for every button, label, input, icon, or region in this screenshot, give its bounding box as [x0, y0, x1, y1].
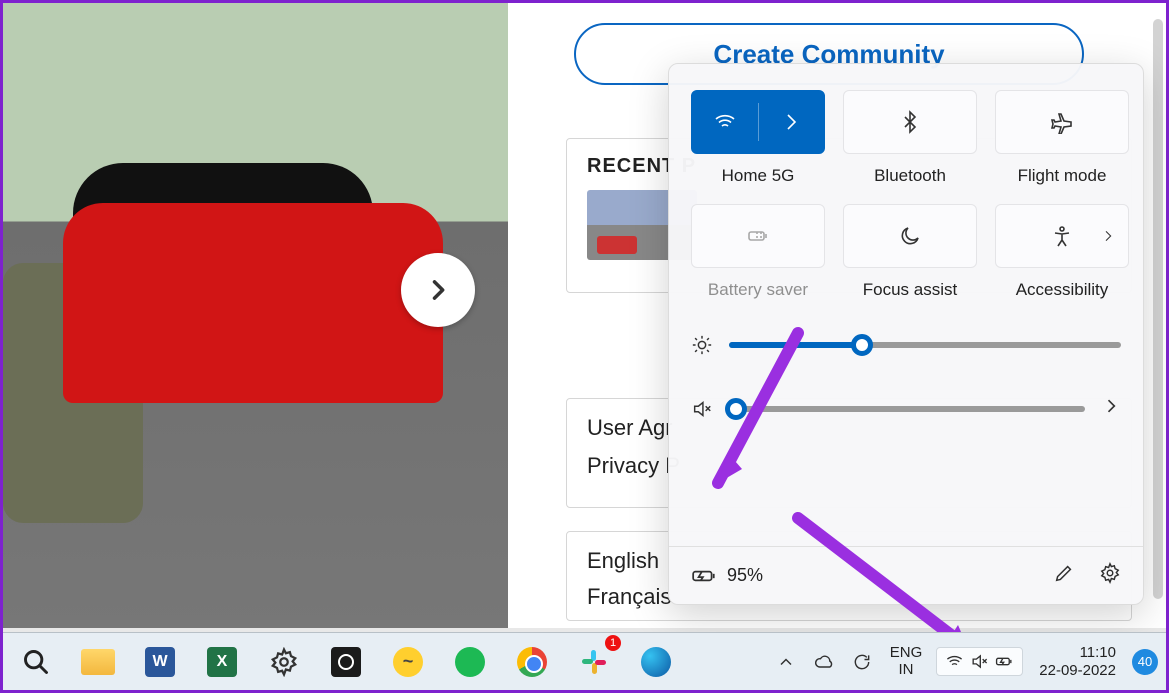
battery-saver-tile[interactable] [691, 204, 825, 268]
bluetooth-label: Bluetooth [874, 166, 946, 186]
airplane-icon [1050, 110, 1074, 134]
onedrive-tray-icon[interactable] [810, 642, 838, 682]
flight-mode-label: Flight mode [1018, 166, 1107, 186]
excel-button[interactable]: X [199, 639, 245, 685]
clock-time: 11:10 [1039, 644, 1116, 661]
chevron-right-icon [779, 110, 803, 134]
battery-charging-icon [995, 652, 1014, 671]
accessibility-label: Accessibility [1016, 280, 1109, 300]
clock-button[interactable]: 11:10 22-09-2022 [1033, 644, 1122, 679]
clock-date: 22-09-2022 [1039, 662, 1116, 679]
battery-charging-icon [691, 563, 717, 589]
spotify-button[interactable] [447, 639, 493, 685]
notification-center-button[interactable]: 40 [1132, 649, 1158, 675]
focus-assist-tile[interactable] [843, 204, 977, 268]
gear-icon [269, 647, 299, 677]
slack-notification-badge: 1 [605, 635, 621, 651]
slack-button[interactable]: 1 [571, 639, 617, 685]
word-icon: W [145, 647, 175, 677]
edit-quick-settings-button[interactable] [1053, 562, 1075, 589]
taskbar: W X 1 ENG IN 11:10 22 [3, 632, 1166, 690]
chevron-right-icon [1100, 228, 1116, 244]
app-button-2[interactable] [385, 639, 431, 685]
flight-mode-tile[interactable] [995, 90, 1129, 154]
brightness-icon [691, 334, 713, 356]
system-tray: ENG IN 11:10 22-09-2022 40 [772, 642, 1162, 682]
brightness-slider-thumb[interactable] [851, 334, 873, 356]
battery-status[interactable]: 95% [691, 563, 763, 589]
cloud-icon [814, 652, 834, 672]
volume-muted-icon[interactable] [691, 398, 713, 420]
focus-assist-label: Focus assist [863, 280, 957, 300]
battery-saver-icon [746, 224, 770, 248]
chrome-button[interactable] [509, 639, 555, 685]
chrome-icon [517, 647, 547, 677]
wifi-icon [713, 110, 737, 134]
accessibility-tile[interactable] [995, 204, 1129, 268]
brightness-slider[interactable] [729, 342, 1121, 348]
battery-saver-label: Battery saver [708, 280, 808, 300]
spotify-icon [455, 647, 485, 677]
quick-settings-flyout: Home 5G Bluetooth Flight mode Battery sa… [668, 63, 1144, 605]
wifi-label: Home 5G [722, 166, 795, 186]
wifi-toggle[interactable] [692, 110, 758, 134]
battery-percentage: 95% [727, 565, 763, 586]
excel-icon: X [207, 647, 237, 677]
chevron-up-icon [776, 652, 796, 672]
open-settings-button[interactable] [1099, 562, 1121, 589]
volume-muted-icon [970, 652, 989, 671]
brightness-row [691, 334, 1121, 356]
gear-icon [1099, 562, 1121, 584]
language-top: ENG [890, 645, 923, 662]
language-indicator[interactable]: ENG IN [886, 645, 927, 678]
page-scrollbar[interactable] [1153, 19, 1163, 599]
wifi-icon [945, 652, 964, 671]
folder-icon [81, 649, 115, 675]
volume-slider-thumb[interactable] [725, 398, 747, 420]
volume-output-expand[interactable] [1101, 396, 1121, 421]
slack-icon [579, 647, 609, 677]
wifi-tile[interactable] [691, 90, 825, 154]
moon-icon [898, 224, 922, 248]
volume-row [691, 396, 1121, 421]
app-button-1[interactable] [323, 639, 369, 685]
bluetooth-icon [898, 110, 922, 134]
file-explorer-button[interactable] [75, 639, 121, 685]
settings-app-button[interactable] [261, 639, 307, 685]
language-bottom: IN [890, 662, 923, 679]
volume-slider[interactable] [729, 406, 1085, 412]
edge-button[interactable] [633, 639, 679, 685]
wifi-expand[interactable] [759, 110, 825, 134]
refresh-icon [852, 652, 872, 672]
network-volume-battery-button[interactable] [936, 647, 1023, 676]
feed-photo [3, 3, 508, 628]
bluetooth-tile[interactable] [843, 90, 977, 154]
accessibility-icon [1050, 224, 1074, 248]
chevron-right-icon [1101, 396, 1121, 416]
windows-update-tray-icon[interactable] [848, 642, 876, 682]
pencil-icon [1053, 562, 1075, 584]
search-icon [22, 648, 50, 676]
app-icon [393, 647, 423, 677]
next-photo-button[interactable] [401, 253, 475, 327]
tray-overflow-button[interactable] [772, 642, 800, 682]
search-button[interactable] [13, 639, 59, 685]
word-button[interactable]: W [137, 639, 183, 685]
app-icon [331, 647, 361, 677]
quick-settings-footer: 95% [669, 546, 1143, 604]
edge-icon [641, 647, 671, 677]
